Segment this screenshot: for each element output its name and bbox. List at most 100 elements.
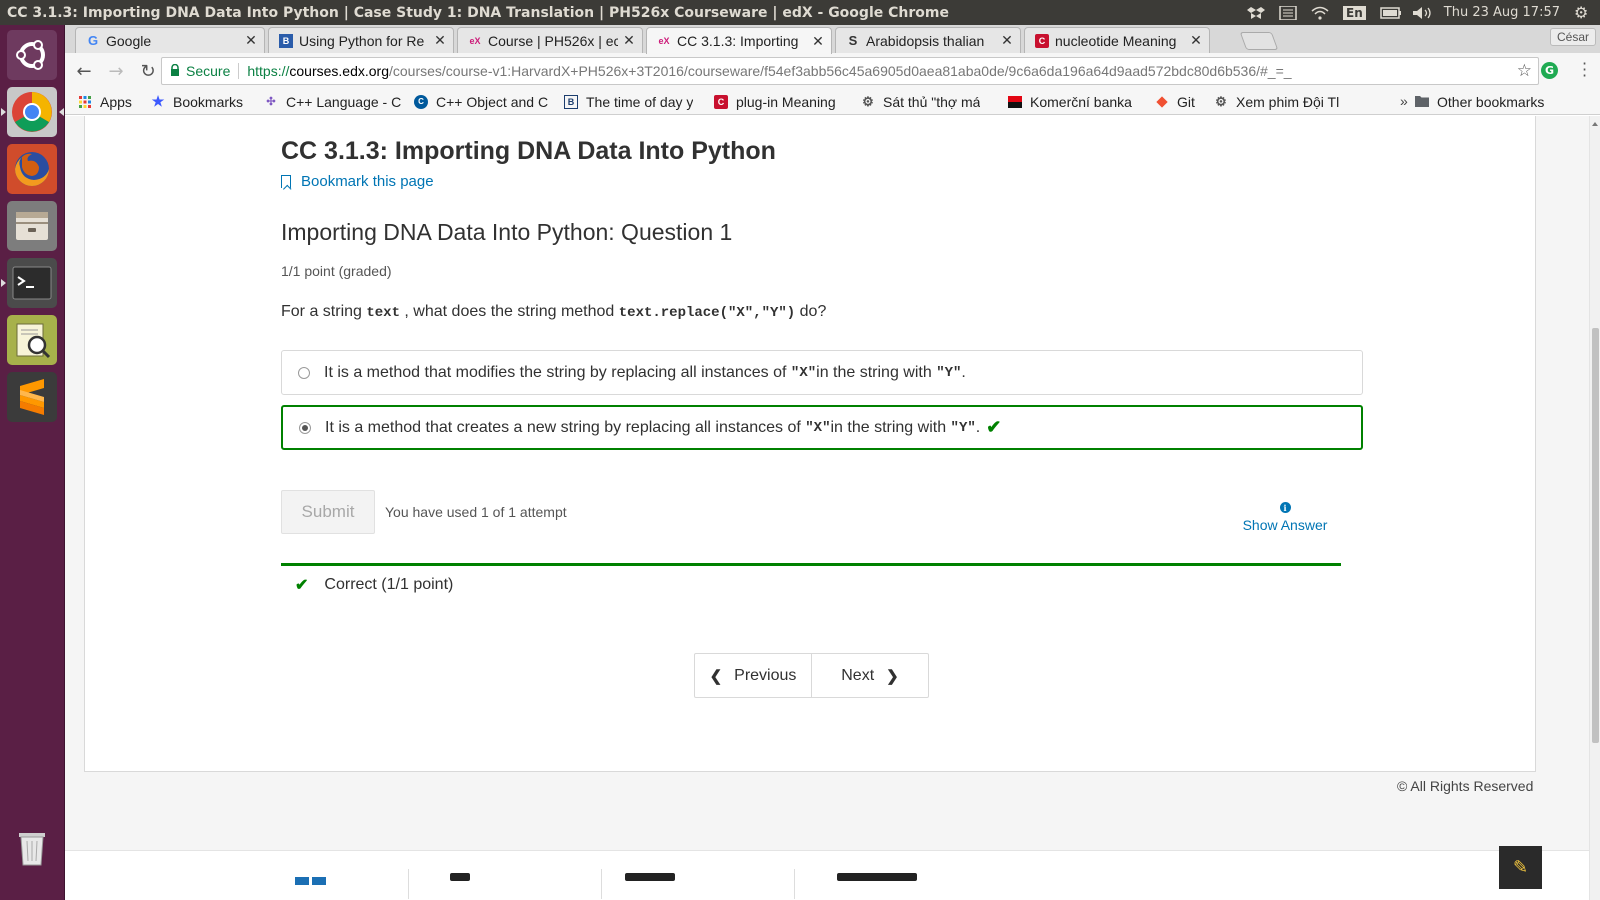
radio-button-selected[interactable] [299,421,311,434]
choice-code: "Y" [936,364,962,381]
battery-icon[interactable] [1380,6,1401,20]
clock[interactable]: Thu 23 Aug 17:57 [1444,5,1560,20]
terminal-icon[interactable] [1,258,57,308]
answer-choice-2[interactable]: It is a method that creates a new string… [281,405,1363,450]
tab-arabidopsis[interactable]: S Arabidopsis thalian ✕ [835,27,1021,53]
tab-nucleotide[interactable]: C nucleotide Meaning ✕ [1024,27,1210,53]
bookmarks-bar: Apps ★ Bookmarks ✣ C++ Language - C C C+… [65,89,1600,115]
lock-icon [170,63,180,79]
bookmark-plug-in-meaning[interactable]: C plug-in Meaning [714,94,848,110]
close-icon[interactable]: ✕ [811,33,825,50]
scroll-up-arrow-icon[interactable] [1592,122,1598,126]
answer-choice-1[interactable]: It is a method that modifies the string … [281,350,1363,395]
bookmark-bookmarks[interactable]: ★ Bookmarks [151,94,251,110]
courseware-card: CC 3.1.3: Importing DNA Data Into Python… [84,116,1536,772]
bookmark-page-button[interactable]: Bookmark this page [281,173,434,190]
kb-icon [1008,95,1022,109]
bookmark-time-of-day[interactable]: B The time of day y [564,94,701,110]
tab-using-python[interactable]: B Using Python for Re ✕ [268,27,454,53]
document-viewer-icon[interactable] [7,315,57,365]
question-code: text.replace("X","Y") [618,305,796,321]
tab-strip: G Google ✕ B Using Python for Re ✕ eX Co… [65,25,1600,54]
close-icon[interactable]: ✕ [622,32,636,49]
bookmark-cpp-language[interactable]: ✣ C++ Language - C [264,94,401,110]
submit-button[interactable]: Submit [281,490,375,534]
folder-icon [1415,94,1429,110]
sublime-text-icon[interactable] [7,372,57,422]
bookmark-label: C++ Language - C [286,93,401,110]
question-code: text [366,305,400,321]
notes-icon[interactable] [1279,4,1297,21]
ubuntu-dash-icon[interactable] [7,30,57,80]
bookmark-label: Git [1177,93,1195,110]
wifi-icon[interactable] [1311,6,1329,20]
next-button[interactable]: Next ❯ [812,654,928,697]
chrome-icon[interactable] [1,87,64,137]
firefox-icon[interactable] [7,144,57,194]
bookmark-komercni-banka[interactable]: Komerční banka [1008,94,1142,110]
previous-label: Previous [734,666,797,684]
star-icon: ★ [151,93,165,110]
bookmarks-overflow-chevron[interactable]: » [1400,93,1408,109]
edx-icon: eX [469,35,481,46]
reload-icon[interactable]: ↻ [135,58,161,84]
top-panel: CC 3.1.3: Importing DNA Data Into Python… [0,0,1600,25]
git-icon [1155,95,1169,109]
grammarly-extension-icon[interactable]: G [1541,62,1558,79]
close-icon[interactable]: ✕ [433,32,447,49]
close-icon[interactable]: ✕ [244,32,258,49]
book-icon: B [279,33,293,48]
choice-code: "X" [805,419,831,436]
tab-course-ph526x[interactable]: eX Course | PH526x | ec ✕ [457,27,643,53]
forward-arrow-icon[interactable]: → [103,58,129,84]
new-tab-button[interactable] [1239,32,1279,50]
trash-icon[interactable] [7,822,57,872]
close-icon[interactable]: ✕ [1189,32,1203,49]
radio-button[interactable] [298,366,310,379]
tab-label: nucleotide Meaning [1055,32,1177,49]
tab-cc-313[interactable]: eX CC 3.1.3: Importing ✕ [646,27,832,54]
back-arrow-icon[interactable]: ← [71,58,97,84]
url-text[interactable]: https://courses.edx.org/courses/course-v… [247,63,1291,79]
footer-logo [295,877,309,885]
profile-button[interactable]: César [1549,28,1596,46]
menu-dots-icon[interactable]: · · · [1582,56,1588,84]
url-path: /courses/course-v1:HarvardX+PH526x+3T201… [389,63,1292,79]
close-icon[interactable]: ✕ [1000,32,1014,49]
apps-grid-icon [78,95,92,109]
dropbox-icon[interactable] [1247,6,1266,20]
settings-gear-icon[interactable]: ⚙ [1574,4,1592,20]
bookmark-cpp-object[interactable]: C C++ Object and C [414,94,551,110]
other-bookmarks-folder[interactable]: Other bookmarks [1415,89,1544,115]
chevron-left-icon: ❮ [709,667,723,685]
footer-divider [794,869,795,899]
pencil-icon[interactable]: ✎ [1499,846,1542,889]
bookmark-xem-phim[interactable]: ⚙ Xem phim Đội Tl [1214,94,1348,110]
previous-button[interactable]: ❮ Previous [695,654,812,697]
footer-divider [601,869,602,899]
bi-icon: B [564,94,578,109]
bookmark-label: plug-in Meaning [736,93,836,110]
address-bar[interactable]: Secure https://courses.edx.org/courses/c… [161,57,1539,85]
show-answer-button[interactable]: i Show Answer [1235,502,1335,533]
attempts-text: You have used 1 of 1 attempt [385,504,567,520]
bookmark-git[interactable]: Git [1155,94,1201,110]
google-g-icon: G [87,33,99,48]
bookmark-apps[interactable]: Apps [78,94,138,110]
chevron-right-icon: ❯ [886,667,899,685]
bookmark-label: The time of day y [586,93,694,110]
page-viewport: CC 3.1.3: Importing DNA Data Into Python… [65,116,1589,900]
page-scrollbar[interactable] [1589,116,1600,900]
bookmark-sat-thu[interactable]: ⚙ Sát thủ "thợ má [861,94,995,110]
keyboard-layout-indicator[interactable]: En [1343,5,1366,20]
files-icon[interactable] [7,201,57,251]
bookmark-star-icon[interactable]: ☆ [1517,61,1532,81]
scrollbar-thumb[interactable] [1592,328,1599,743]
footer-heading-clipped [450,873,470,881]
tab-label: Google [106,32,152,49]
tab-google[interactable]: G Google ✕ [75,27,265,53]
system-tray: En Thu 23 Aug 17:57 ⚙ [1247,0,1592,25]
volume-icon[interactable] [1412,6,1431,20]
bookmark-icon [281,175,291,188]
feedback-text: Correct (1/1 point) [324,576,454,593]
